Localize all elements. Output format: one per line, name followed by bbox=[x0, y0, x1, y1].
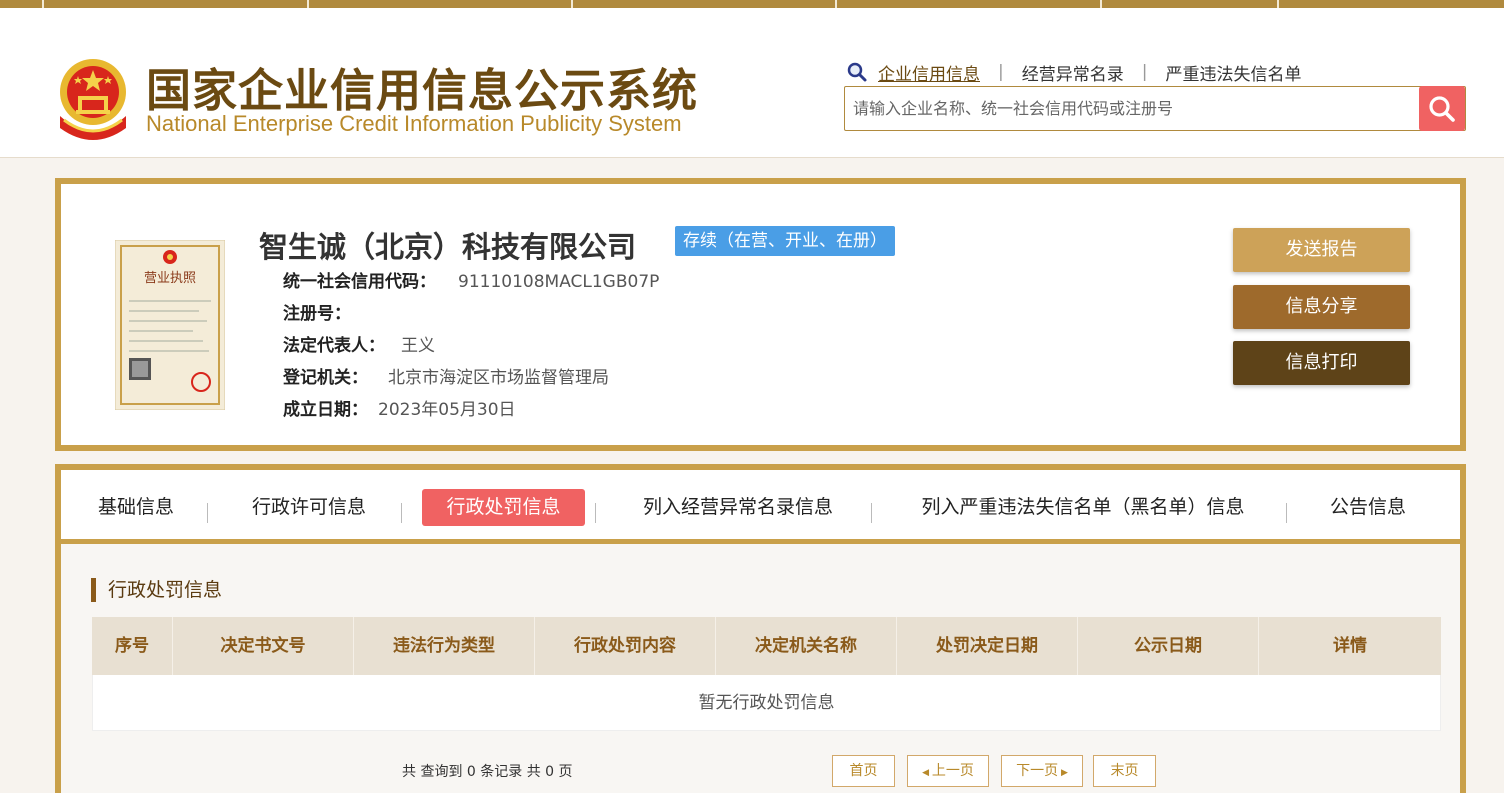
nav-blacklist[interactable]: 严重违法失信名单 bbox=[1165, 60, 1301, 85]
tab-separator bbox=[595, 503, 596, 523]
tab-basic-info[interactable]: 基础信息 bbox=[95, 489, 177, 526]
detail-panel: 基础信息 行政许可信息 行政处罚信息 列入经营异常名录信息 列入严重违法失信名单… bbox=[55, 464, 1466, 793]
tab-blacklist-info[interactable]: 列入严重违法失信名单（黑名单）信息 bbox=[910, 489, 1256, 526]
tab-abnormal-list-info[interactable]: 列入经营异常名录信息 bbox=[635, 489, 841, 526]
last-page-button[interactable]: 末页 bbox=[1093, 755, 1156, 787]
pager-summary: 共 查询到 0 条记录 共 0 页 bbox=[402, 764, 573, 780]
column-header: 行政处罚内容 bbox=[535, 617, 716, 675]
prev-page-button[interactable]: ◀ 上一页 bbox=[907, 755, 989, 787]
info-founded-date: 成立日期： 2023年05月30日 bbox=[283, 398, 516, 422]
empty-message: 暂无行政处罚信息 bbox=[92, 675, 1441, 731]
next-page-button[interactable]: 下一页 ▶ bbox=[1001, 755, 1083, 787]
info-reg-number: 注册号： bbox=[283, 302, 351, 326]
info-value: 2023年05月30日 bbox=[378, 400, 516, 420]
nav-abnormal-list[interactable]: 经营异常名录 bbox=[1022, 60, 1124, 85]
column-header: 决定书文号 bbox=[173, 617, 354, 675]
search-button[interactable] bbox=[1419, 86, 1465, 131]
info-label: 成立日期： bbox=[283, 400, 368, 420]
search-box bbox=[844, 86, 1466, 131]
tab-announcement-info[interactable]: 公告信息 bbox=[1327, 489, 1409, 526]
column-header: 决定机关名称 bbox=[716, 617, 897, 675]
top-decoration-strip bbox=[0, 0, 1504, 8]
info-label: 统一社会信用代码： bbox=[283, 272, 436, 292]
tab-separator bbox=[401, 503, 402, 523]
column-header: 序号 bbox=[92, 617, 173, 675]
site-subtitle: National Enterprise Credit Information P… bbox=[146, 111, 682, 136]
company-name: 智生诚（北京）科技有限公司 bbox=[259, 230, 637, 264]
info-label: 登记机关： bbox=[283, 368, 368, 388]
prev-page-label: 上一页 bbox=[931, 763, 974, 779]
top-nav: 企业信用信息 | 经营异常名录 | 严重违法失信名单 bbox=[846, 60, 1301, 85]
column-header: 违法行为类型 bbox=[354, 617, 535, 675]
section-title: 行政处罚信息 bbox=[91, 578, 222, 602]
site-title: 国家企业信用信息公示系统 bbox=[146, 64, 699, 117]
column-header: 公示日期 bbox=[1078, 617, 1259, 675]
tab-license-info[interactable]: 行政许可信息 bbox=[247, 489, 371, 526]
info-value: 北京市海淀区市场监督管理局 bbox=[388, 368, 609, 388]
share-info-button[interactable]: 信息分享 bbox=[1233, 285, 1410, 329]
national-emblem-icon bbox=[60, 59, 126, 140]
next-page-label: 下一页 bbox=[1016, 763, 1059, 779]
penalty-table: 序号 决定书文号 违法行为类型 行政处罚内容 决定机关名称 处罚决定日期 公示日… bbox=[92, 617, 1441, 731]
status-badge: 存续（在营、开业、在册） bbox=[675, 226, 895, 256]
license-title: 营业执照 bbox=[144, 271, 196, 286]
search-input[interactable] bbox=[845, 87, 1420, 130]
tab-separator bbox=[871, 503, 872, 523]
caret-left-icon: ◀ bbox=[922, 768, 932, 778]
magnifier-icon bbox=[847, 62, 867, 82]
tab-penalty-info[interactable]: 行政处罚信息 bbox=[422, 489, 585, 526]
info-value: 王义 bbox=[401, 336, 435, 356]
column-header: 详情 bbox=[1333, 636, 1367, 656]
first-page-button[interactable]: 首页 bbox=[832, 755, 895, 787]
tab-bar: 基础信息 行政许可信息 行政处罚信息 列入经营异常名录信息 列入严重违法失信名单… bbox=[61, 470, 1460, 544]
send-report-button[interactable]: 发送报告 bbox=[1233, 228, 1410, 272]
tab-separator bbox=[1286, 503, 1287, 523]
table-header: 序号 决定书文号 违法行为类型 行政处罚内容 决定机关名称 处罚决定日期 公示日… bbox=[92, 617, 1441, 675]
business-license-thumbnail[interactable]: 营业执照 bbox=[115, 240, 225, 410]
caret-right-icon: ▶ bbox=[1058, 768, 1068, 778]
info-legal-rep: 法定代表人： 王义 bbox=[283, 334, 435, 358]
search-icon bbox=[1429, 95, 1455, 122]
tab-separator bbox=[207, 503, 208, 523]
company-card: 营业执照 智生诚（北京）科技有限公司 存续（在营、开业、在册） 统一社会信用代码… bbox=[55, 178, 1466, 451]
nav-separator: | bbox=[998, 62, 1004, 82]
nav-separator: | bbox=[1141, 62, 1148, 82]
info-label: 注册号： bbox=[283, 304, 351, 324]
info-value: 91110108MACL1GB07P bbox=[458, 272, 660, 292]
info-credit-code: 统一社会信用代码： 91110108MACL1GB07P bbox=[283, 270, 659, 294]
info-authority: 登记机关： 北京市海淀区市场监督管理局 bbox=[283, 366, 609, 390]
site-header: 国家企业信用信息公示系统 National Enterprise Credit … bbox=[0, 8, 1504, 158]
print-info-button[interactable]: 信息打印 bbox=[1233, 341, 1410, 385]
nav-credit-info[interactable]: 企业信用信息 bbox=[878, 60, 980, 85]
info-label: 法定代表人： bbox=[283, 336, 385, 356]
column-header: 处罚决定日期 bbox=[897, 617, 1078, 675]
